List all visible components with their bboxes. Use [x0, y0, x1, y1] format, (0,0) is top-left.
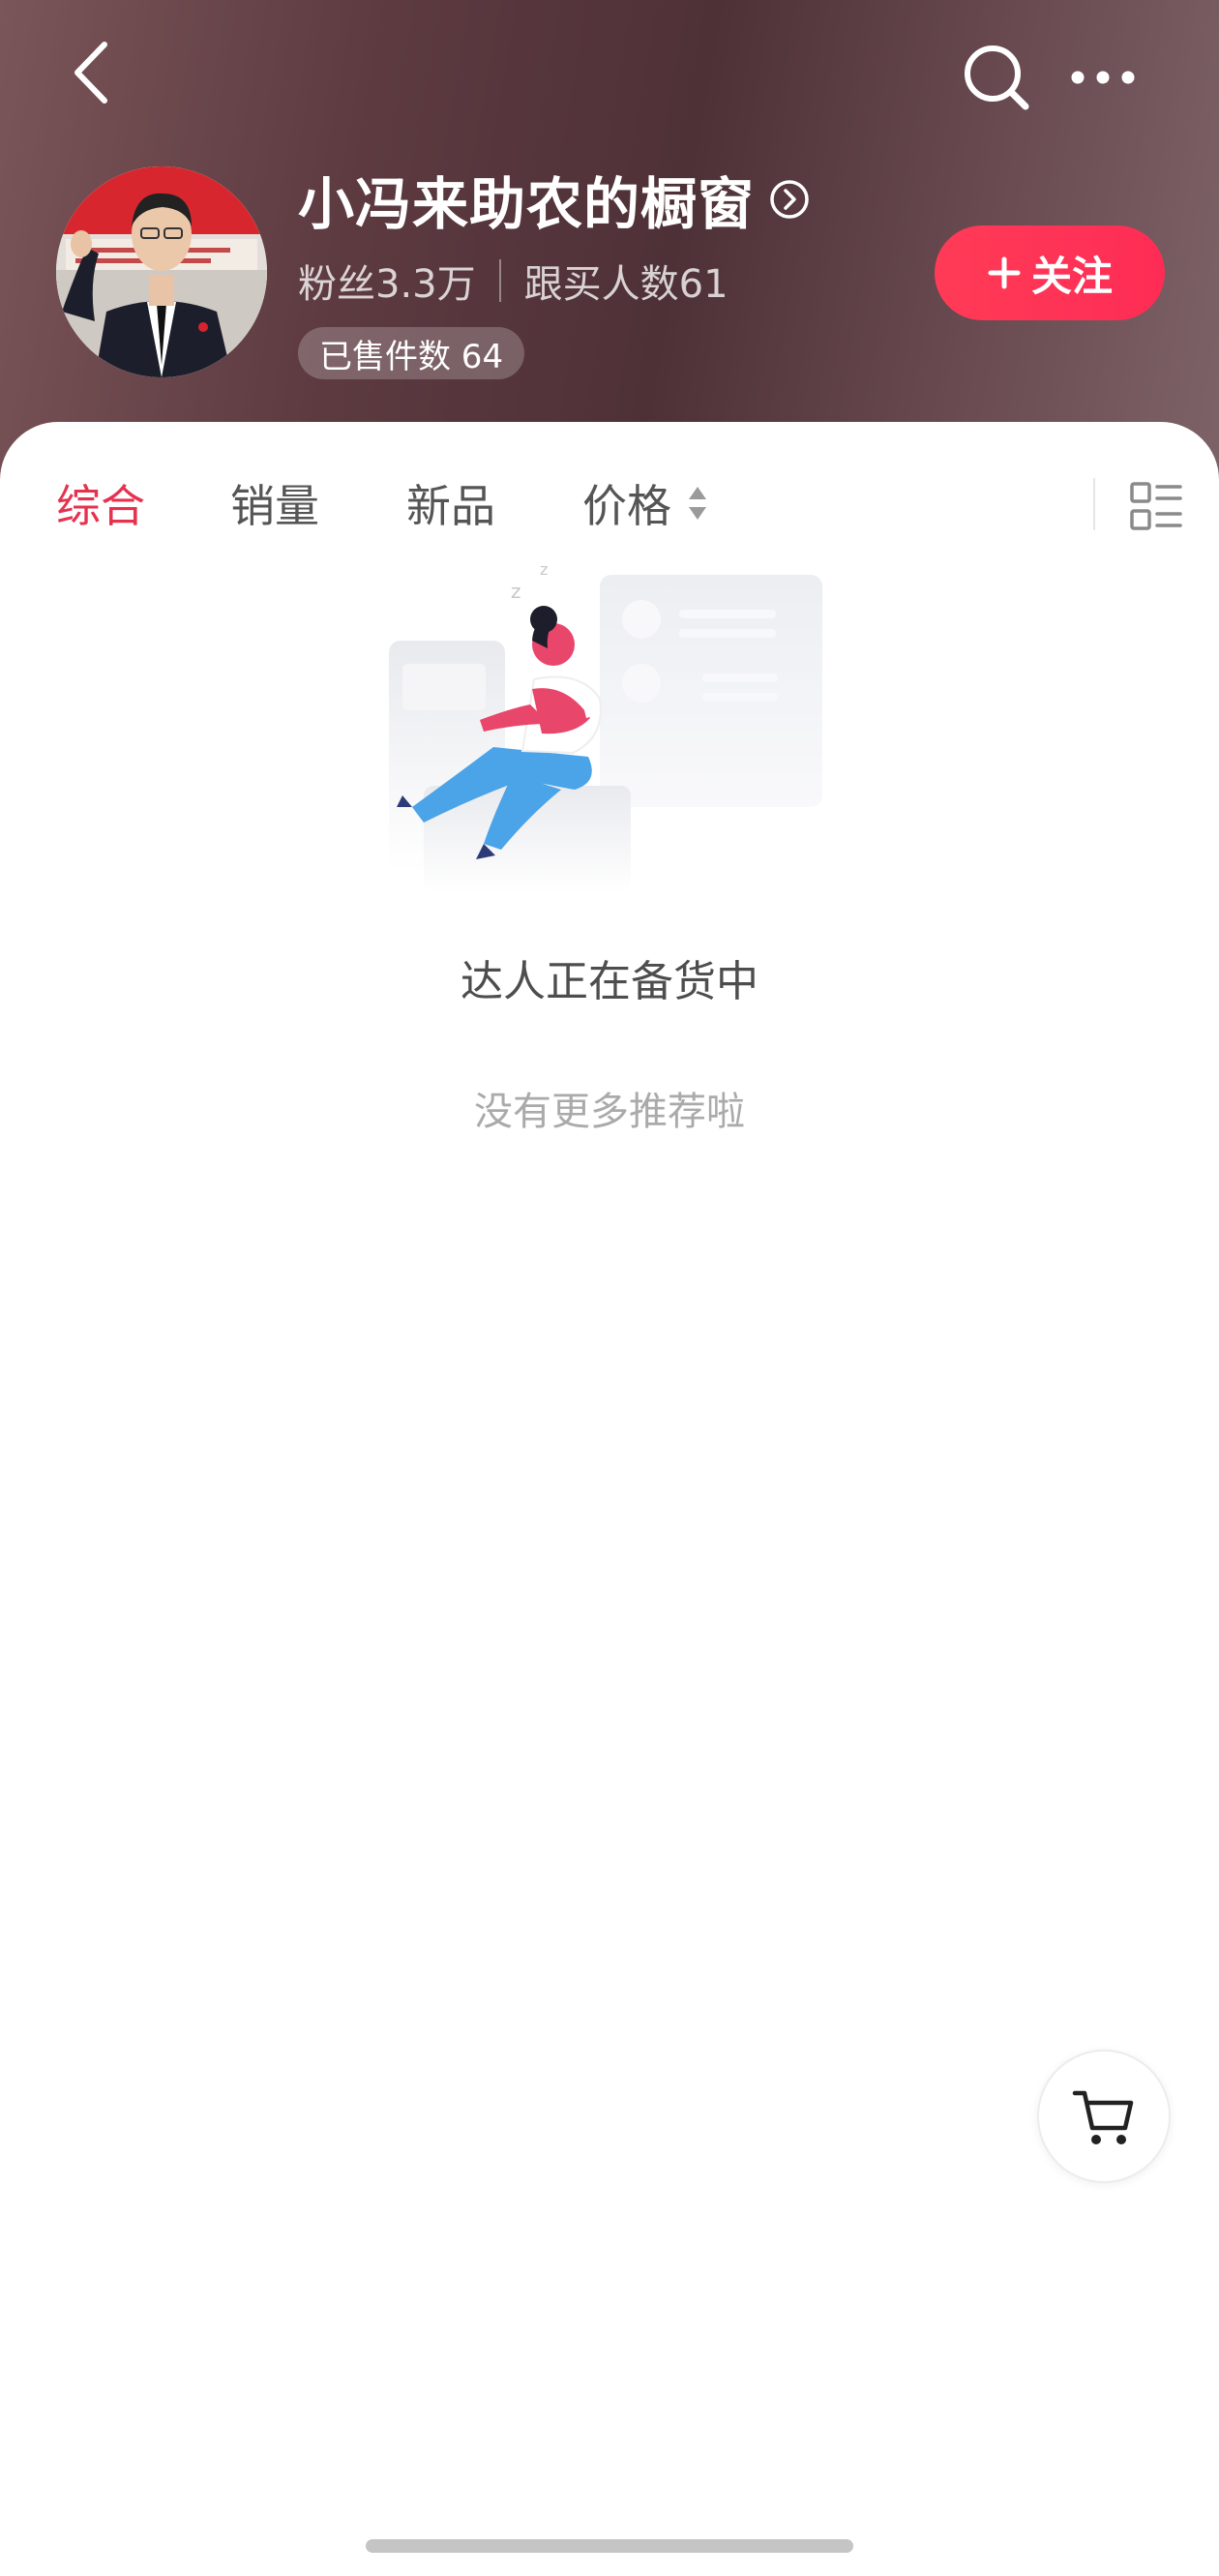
follow-label: 关注 — [1030, 252, 1113, 300]
shop-name-row[interactable]: 小冯来助农的橱窗 — [298, 163, 811, 237]
empty-state-illustration: z z — [368, 554, 851, 931]
svg-text:z: z — [540, 560, 548, 579]
more-button[interactable] — [1064, 39, 1142, 116]
followers-buy-count: 跟买人数61 — [523, 262, 728, 307]
tab-label: 销量 — [230, 480, 319, 532]
tab-label: 价格 — [582, 480, 671, 532]
tabs-divider — [1093, 478, 1095, 530]
shop-stats: 粉丝3.3万 跟买人数61 — [298, 250, 728, 312]
more-icon — [1071, 71, 1135, 84]
tab-new[interactable]: 新品 — [406, 457, 495, 550]
sold-count-badge: 已售件数 64 — [298, 327, 525, 379]
avatar[interactable] — [56, 166, 267, 377]
tab-label: 新品 — [406, 480, 495, 532]
cart-button[interactable] — [1037, 2050, 1171, 2183]
search-button[interactable] — [948, 29, 1045, 126]
chevron-right-circle-icon — [770, 180, 809, 219]
sort-icon — [687, 484, 708, 523]
tab-comprehensive[interactable]: 综合 — [56, 457, 145, 550]
empty-state-title: 达人正在备货中 — [461, 957, 758, 1006]
cart-icon — [1072, 2090, 1134, 2144]
sort-tabs: 综合 销量 新品 价格 — [0, 457, 1219, 550]
list-layout-icon — [1130, 482, 1182, 530]
fans-count: 粉丝3.3万 — [298, 262, 476, 307]
layout-toggle-button[interactable] — [1128, 478, 1184, 534]
back-button[interactable] — [48, 29, 135, 116]
tab-sales[interactable]: 销量 — [230, 457, 319, 550]
plus-icon — [988, 256, 1021, 289]
shop-name: 小冯来助农的橱窗 — [298, 171, 756, 237]
back-icon — [74, 42, 107, 104]
search-icon — [965, 45, 1029, 110]
content-panel: 综合 销量 新品 价格 z z 达人正在备货中 没有更多推荐啦 — [0, 422, 1219, 2576]
avatar-photo — [56, 166, 267, 377]
home-indicator[interactable] — [366, 2539, 853, 2553]
empty-state-subtitle: 没有更多推荐啦 — [474, 1090, 745, 1134]
svg-text:z: z — [511, 580, 521, 603]
stats-divider — [498, 259, 501, 302]
follow-button[interactable]: 关注 — [935, 225, 1165, 320]
tab-price[interactable]: 价格 — [582, 457, 708, 550]
tab-label: 综合 — [56, 480, 145, 532]
sold-count: 已售件数 64 — [319, 337, 504, 376]
